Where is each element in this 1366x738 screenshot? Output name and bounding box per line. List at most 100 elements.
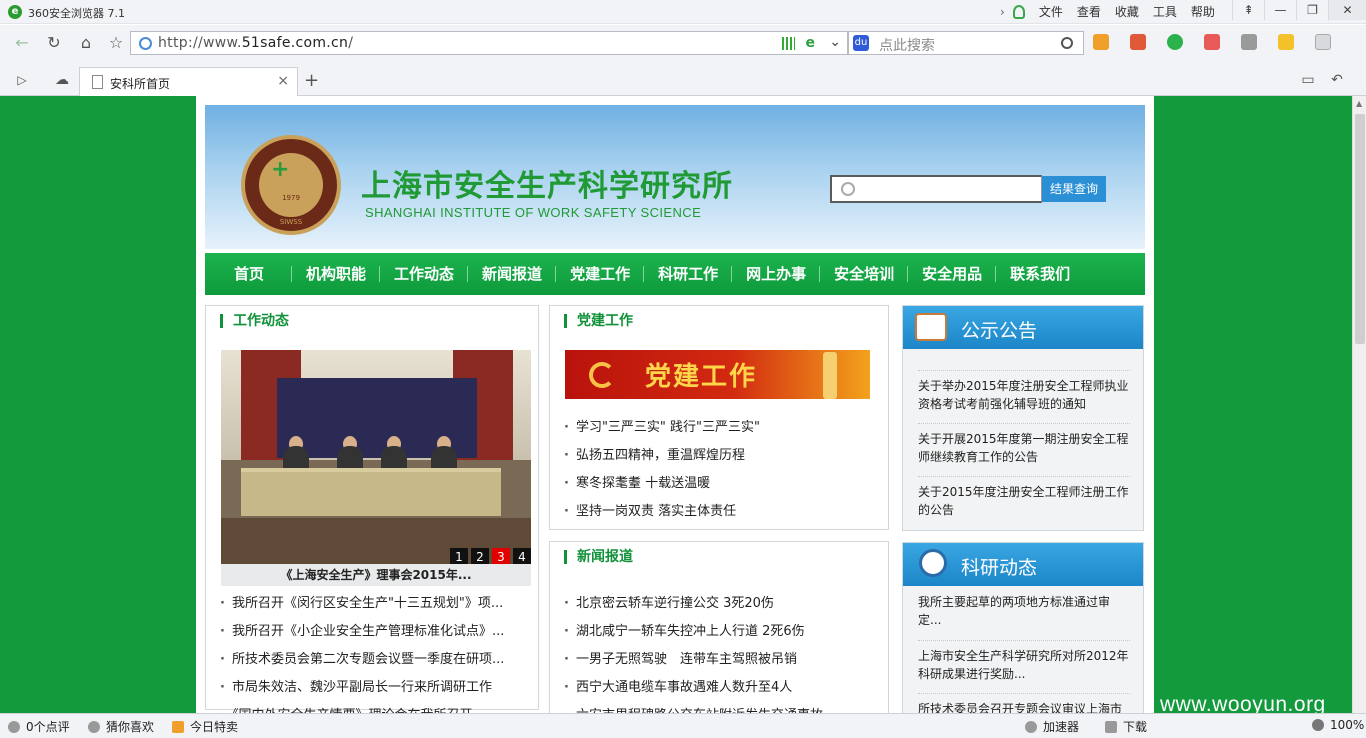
accelerator-button[interactable]: 加速器	[1025, 718, 1079, 735]
close-button[interactable]: ✕	[1328, 0, 1366, 20]
maximize-button[interactable]: ❐	[1296, 0, 1328, 20]
status-bar: 0个点评 猜你喜欢 今日特卖 加速器 下载 100%	[0, 713, 1366, 738]
main-nav: 首页 机构职能 工作动态 新闻报道 党建工作 科研工作 网上办事 安全培训 安全…	[205, 253, 1145, 295]
search-icon[interactable]	[1061, 37, 1073, 49]
list-item[interactable]: 弘扬五四精神，重温辉煌历程	[564, 442, 876, 470]
url-text[interactable]: http://www.51safe.com.cn/	[158, 35, 353, 51]
back-arrow-icon[interactable]: ←	[10, 33, 34, 53]
qr-code-icon[interactable]	[782, 37, 795, 50]
nav-safety-products[interactable]: 安全用品	[908, 253, 997, 295]
home-icon[interactable]: ⌂	[74, 33, 98, 53]
party-building-panel: 党建工作 党建工作 学习"三严三实" 践行"三严三实" 弘扬五四精神，重温辉煌历…	[549, 305, 889, 530]
notice-panel: 公示公告 关于举办2015年度注册安全工程师执业资格考试考前强化辅导班的通知 关…	[902, 305, 1144, 531]
star-icon[interactable]: ☆	[104, 33, 128, 53]
panel-title[interactable]: 公示公告	[961, 316, 1037, 343]
list-item[interactable]: 所技术委员会召开专题会议审议上海市安全生产...	[918, 693, 1130, 713]
vertical-scrollbar[interactable]: ▲	[1352, 96, 1366, 713]
close-tab-icon[interactable]: ×	[277, 73, 289, 89]
calendar-icon[interactable]	[1130, 34, 1146, 50]
panel-title[interactable]: 党建工作	[564, 314, 633, 328]
slide-dot[interactable]: 1	[450, 548, 468, 564]
list-item[interactable]: 湖北咸宁一轿车失控冲上人行道 2死6伤	[564, 618, 876, 646]
nav-online-services[interactable]: 网上办事	[732, 253, 821, 295]
guess-you-like[interactable]: 猜你喜欢	[88, 718, 154, 735]
news-report-panel: 新闻报道 北京密云轿车逆行撞公交 3死20伤 湖北咸宁一轿车失控冲上人行道 2死…	[549, 541, 889, 713]
site-search-button[interactable]: 结果查询	[1042, 176, 1106, 202]
chevron-right-icon[interactable]: ›	[1000, 5, 1005, 19]
panel-title[interactable]: 新闻报道	[564, 550, 633, 564]
panel-title[interactable]: 科研动态	[961, 553, 1037, 580]
search-placeholder[interactable]: 点此搜索	[879, 35, 935, 55]
site-search-input[interactable]	[830, 175, 1042, 203]
slide-dot[interactable]: 2	[471, 548, 489, 564]
list-item[interactable]: 我所主要起草的两项地方标准通过审定...	[918, 587, 1130, 640]
list-item[interactable]: 寒冬探耄耋 十载送温暖	[564, 470, 876, 498]
nav-contact[interactable]: 联系我们	[996, 253, 1084, 295]
menu-file[interactable]: 文件	[1039, 3, 1063, 20]
minimize-button[interactable]: —	[1264, 0, 1296, 20]
download-button[interactable]: 下载	[1105, 718, 1147, 735]
app-grid-icon[interactable]	[1093, 34, 1109, 50]
list-item[interactable]: 北京密云轿车逆行撞公交 3死20伤	[564, 590, 876, 618]
list-item[interactable]: 坚持一岗双责 落实主体责任	[564, 498, 876, 526]
nav-safety-training[interactable]: 安全培训	[820, 253, 909, 295]
menu-view[interactable]: 查看	[1077, 3, 1101, 20]
slide-dot-active[interactable]: 3	[492, 548, 510, 564]
tab-list-icon[interactable]: ▭	[1296, 70, 1320, 90]
list-item[interactable]: 市局朱效洁、魏沙平副局长一行来所调研工作	[220, 674, 524, 702]
refresh-icon[interactable]: ↻	[42, 33, 66, 53]
logo-year: 1979	[282, 194, 300, 202]
nav-work-news[interactable]: 工作动态	[380, 253, 469, 295]
list-item[interactable]: 所技术委员会第二次专题会议暨一季度在研项...	[220, 646, 524, 674]
list-item[interactable]: 《国内外安全生产情要》理论会在我所召开	[220, 702, 524, 713]
nav-home[interactable]: 首页	[205, 253, 293, 295]
new-tab-button[interactable]: +	[304, 70, 319, 91]
search-bar[interactable]: du 点此搜索	[848, 31, 1084, 55]
news-slideshow-image[interactable]: 1 2 3 4	[221, 350, 531, 564]
zoom-level[interactable]: 100%	[1312, 718, 1364, 732]
scroll-up-icon[interactable]: ▲	[1356, 99, 1362, 108]
list-item[interactable]: 关于举办2015年度注册安全工程师执业资格考试考前强化辅导班的通知	[918, 370, 1130, 423]
shield-icon[interactable]	[1167, 34, 1183, 50]
game-icon[interactable]	[1278, 34, 1294, 50]
list-item[interactable]: 六安市里程碑路公交车站附近发生交通事故	[564, 702, 876, 713]
ie-mode-icon[interactable]: e	[806, 35, 816, 51]
list-item[interactable]: 上海市安全生产科学研究所对所2012年科研成果进行奖励...	[918, 640, 1130, 693]
menu-help[interactable]: 帮助	[1191, 3, 1215, 20]
slide-dot[interactable]: 4	[513, 548, 531, 564]
screenshot-icon[interactable]	[1241, 34, 1257, 50]
list-item[interactable]: 关于2015年度注册安全工程师注册工作的公告	[918, 476, 1130, 529]
list-item[interactable]: 我所召开《闵行区安全生产"十三五规划"》项...	[220, 590, 524, 618]
nav-news-report[interactable]: 新闻报道	[468, 253, 557, 295]
nav-party-building[interactable]: 党建工作	[556, 253, 645, 295]
scrollbar-thumb[interactable]	[1355, 114, 1365, 344]
undo-close-icon[interactable]: ↶	[1325, 70, 1349, 90]
pencil-note-icon	[915, 313, 947, 341]
party-building-banner[interactable]: 党建工作	[565, 350, 870, 399]
skin-button[interactable]: ⇞	[1232, 0, 1264, 20]
translate-icon[interactable]	[1204, 34, 1220, 50]
chevron-down-icon[interactable]: ⌄	[829, 34, 841, 50]
menu-favorites[interactable]: 收藏	[1115, 3, 1139, 20]
comments-status[interactable]: 0个点评	[8, 718, 70, 735]
address-bar[interactable]: http://www.51safe.com.cn/ e ⌄	[130, 31, 848, 55]
daily-deals[interactable]: 今日特卖	[172, 718, 238, 735]
slide-caption[interactable]: 《上海安全生产》理事会2015年...	[221, 564, 531, 586]
extension-manager-icon[interactable]	[1315, 34, 1331, 50]
user-icon[interactable]	[1012, 4, 1025, 19]
list-item[interactable]: 学习"三严三实" 践行"三严三实"	[564, 414, 876, 442]
list-item[interactable]: 我所召开《小企业安全生产管理标准化试点》...	[220, 618, 524, 646]
tab-active[interactable]: 安科所首页 ×	[79, 67, 298, 96]
tab-label[interactable]: 安科所首页	[110, 75, 170, 92]
nav-research[interactable]: 科研工作	[644, 253, 733, 295]
sidebar-toggle-icon[interactable]: ▷	[10, 70, 34, 90]
list-item[interactable]: 关于开展2015年度第一期注册安全工程师继续教育工作的公告	[918, 423, 1130, 476]
menu-tools[interactable]: 工具	[1153, 3, 1177, 20]
list-item[interactable]: 一男子无照驾驶 连带车主驾照被吊销	[564, 646, 876, 674]
nav-functions[interactable]: 机构职能	[292, 253, 381, 295]
panel-title[interactable]: 工作动态	[220, 314, 289, 328]
list-item[interactable]: 西宁大通电缆车事故遇难人数升至4人	[564, 674, 876, 702]
baidu-paw-icon[interactable]: du	[853, 35, 869, 51]
cloud-icon[interactable]: ☁	[50, 70, 74, 90]
zoom-icon	[1312, 719, 1324, 731]
